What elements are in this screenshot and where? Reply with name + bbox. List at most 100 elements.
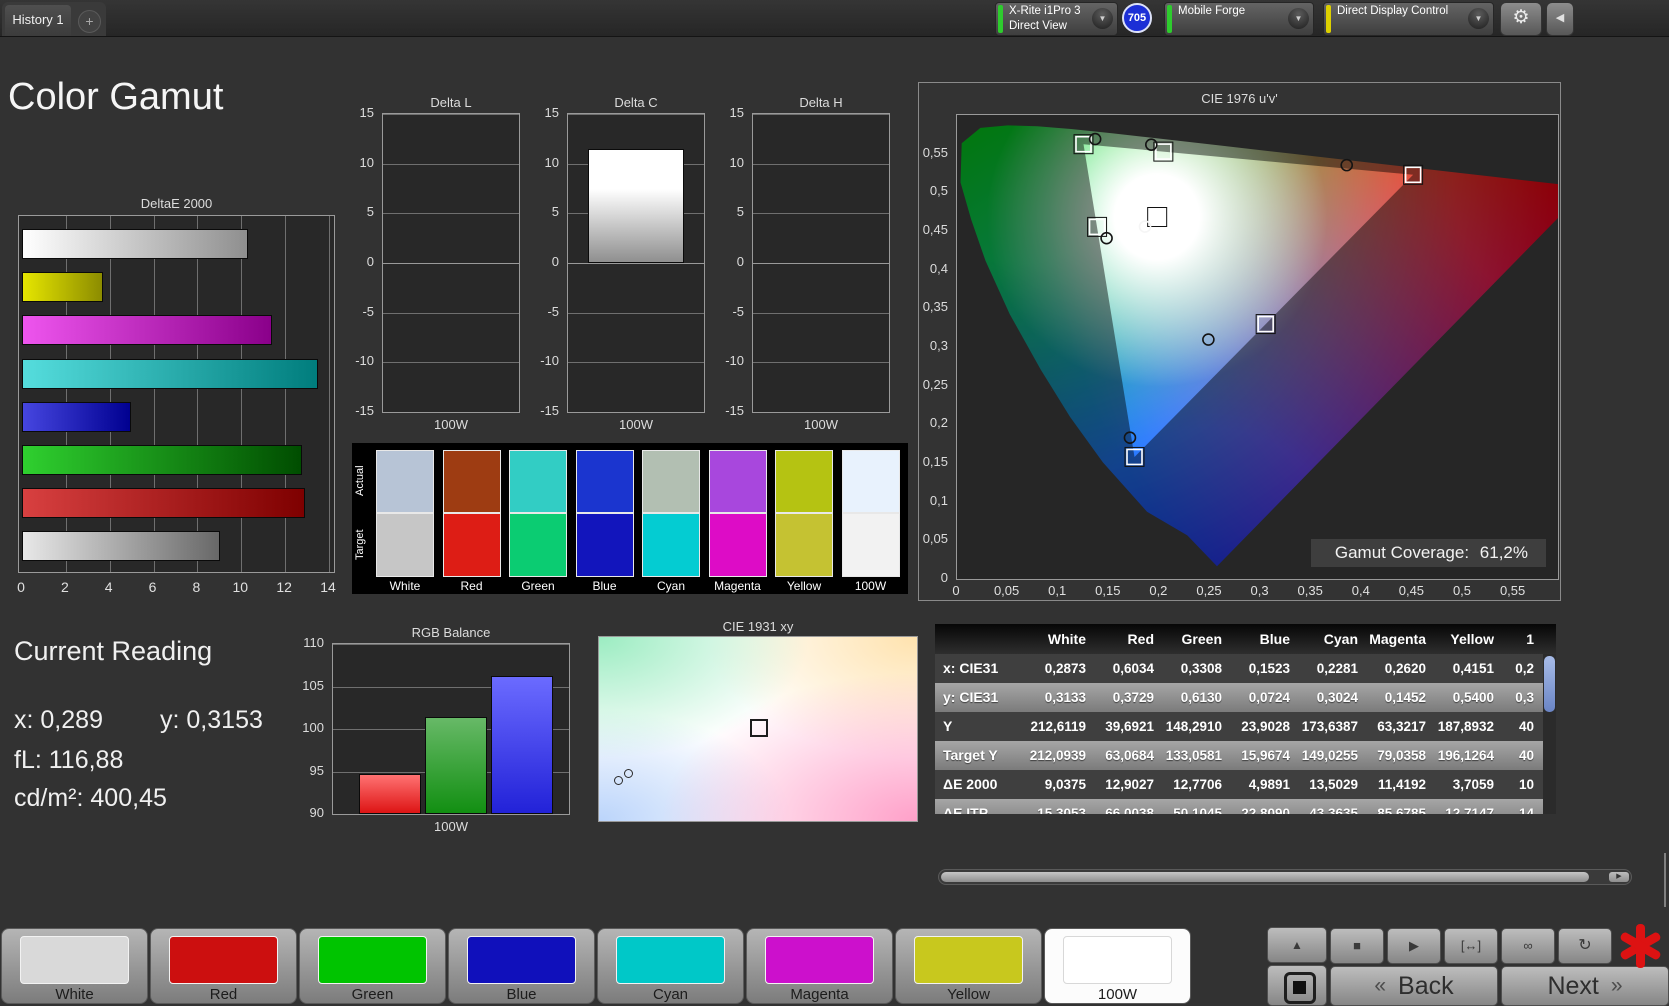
table-cell: 0,1523 <box>1229 654 1297 683</box>
table-cell: 50,1045 <box>1161 799 1229 814</box>
bar-red <box>22 488 305 518</box>
source-dropdown[interactable]: Mobile Forge ▼ <box>1164 2 1314 36</box>
scroll-right-icon[interactable]: ▶ <box>1609 872 1629 882</box>
x-tick-label: 12 <box>270 579 298 595</box>
table-cell: 43,3635 <box>1297 799 1365 814</box>
bar-white <box>22 531 220 561</box>
pattern-button-blue[interactable]: Blue <box>448 928 595 1004</box>
table-cell: 0,3308 <box>1161 654 1229 683</box>
swatch-column-green: Green <box>509 443 575 594</box>
deltae2000-xlabels: 02468101214 <box>18 579 335 597</box>
x-tick-label: 0,25 <box>1195 583 1223 598</box>
swatch-column-100w: 100W <box>842 443 908 594</box>
swatch-column-magenta: Magenta <box>709 443 775 594</box>
pattern-window-button[interactable] <box>1267 965 1327 1006</box>
table-row: y: CIE310,31330,37290,61300,07240,30240,… <box>935 683 1556 712</box>
swatch-label: 100W <box>838 579 904 593</box>
pattern-swatch <box>318 936 427 984</box>
rgb-balance-plot <box>332 643 570 815</box>
display-control-dropdown[interactable]: Direct Display Control ▼ <box>1323 2 1494 36</box>
scrollbar-thumb[interactable] <box>1544 656 1555 712</box>
pattern-swatch <box>914 936 1023 984</box>
y-tick-label: 5 <box>529 204 559 219</box>
divider <box>1664 853 1666 907</box>
table-cell: 12,7147 <box>1433 799 1501 814</box>
stop-button[interactable]: ■ <box>1330 928 1384 964</box>
cie1976-svg <box>957 115 1558 579</box>
source-status-bar <box>1167 5 1172 33</box>
table-cell: 13,5029 <box>1297 770 1365 799</box>
cie1976-xlabels: 00,050,10,150,20,250,30,350,40,450,50,55 <box>956 583 1559 599</box>
control-line1: Direct Display Control <box>1337 5 1448 17</box>
gridline <box>753 213 889 214</box>
actual-swatch <box>443 450 501 513</box>
actual-swatch <box>576 450 634 513</box>
play-button[interactable]: ▶ <box>1387 928 1441 964</box>
bar-blue <box>491 676 553 814</box>
table-cell: 12,9027 <box>1093 770 1161 799</box>
back-button[interactable]: « Back <box>1330 966 1498 1006</box>
column-header: 1 <box>1501 624 1541 654</box>
pattern-swatch <box>169 936 278 984</box>
table-row: ΔE ITP15,305366,003850,104522,809043,363… <box>935 799 1556 814</box>
table-cell: 14 <box>1501 799 1541 814</box>
pattern-button-cyan[interactable]: Cyan <box>597 928 744 1004</box>
table-vertical-scrollbar[interactable] <box>1543 654 1556 814</box>
table-cell: 187,8932 <box>1433 712 1501 741</box>
y-tick-label: 0 <box>714 254 744 269</box>
calman-window: History 1 + X-Rite i1Pro 3 Direct View ▼… <box>0 0 1669 1006</box>
swatch-column-cyan: Cyan <box>642 443 708 594</box>
column-header: Cyan <box>1297 624 1365 654</box>
meter-dropdown[interactable]: X-Rite i1Pro 3 Direct View ▼ <box>995 2 1118 36</box>
table-row: Y212,611939,6921148,291023,9028173,63876… <box>935 712 1556 741</box>
y-tick-label: 0,1 <box>918 493 948 508</box>
gridline <box>753 263 889 264</box>
pattern-button-green[interactable]: Green <box>299 928 446 1004</box>
bar-magenta <box>22 315 272 345</box>
x-tick-label: 6 <box>139 579 167 595</box>
table-cell: 15,9674 <box>1229 741 1297 770</box>
gamut-coverage-label: Gamut Coverage: <box>1335 543 1469 562</box>
chevron-down-icon[interactable]: ▼ <box>1092 8 1113 29</box>
gear-icon[interactable]: ⚙ <box>1500 2 1542 36</box>
tab-history-1[interactable]: History 1 <box>5 5 71 36</box>
step-button[interactable]: [↔] <box>1444 928 1498 964</box>
y-tick-label: 105 <box>294 678 324 693</box>
y-tick-label: 5 <box>344 204 374 219</box>
gamut-coverage-value: 61,2% <box>1480 543 1528 562</box>
table-cell: 23,9028 <box>1229 712 1297 741</box>
chevron-down-icon[interactable]: ▼ <box>1468 8 1489 29</box>
table-cell: 133,0581 <box>1161 741 1229 770</box>
control-status-bar <box>1326 5 1331 33</box>
actual-swatch <box>509 450 567 513</box>
scrollbar-thumb[interactable] <box>941 872 1589 882</box>
rgb-balance-ylabels: 1101051009590 <box>296 643 328 815</box>
collapse-panel-icon[interactable]: ◀ <box>1546 2 1574 36</box>
alert-asterisk-icon <box>1618 924 1662 968</box>
y-tick-label: -10 <box>529 353 559 368</box>
chevron-down-icon[interactable]: ▼ <box>1288 8 1309 29</box>
reading-fl: fL: 116,88 <box>14 746 123 775</box>
x-tick-label: 0,1 <box>1043 583 1071 598</box>
delta-h-title: Delta H <box>752 95 890 110</box>
column-header: Green <box>1161 624 1229 654</box>
swatch-panel: Actual Target WhiteRedGreenBlueCyanMagen… <box>352 443 908 594</box>
pattern-button-magenta[interactable]: Magenta <box>746 928 893 1004</box>
pattern-up-button[interactable]: ▲ <box>1267 927 1327 963</box>
table-cell: 79,0358 <box>1365 741 1433 770</box>
gridline <box>753 164 889 165</box>
pattern-button-red[interactable]: Red <box>150 928 297 1004</box>
add-tab-button[interactable]: + <box>78 10 101 33</box>
y-tick-label: 0,35 <box>918 299 948 314</box>
swatch-label: Red <box>439 579 505 593</box>
pattern-button-100w[interactable]: 100W <box>1044 928 1191 1004</box>
cie1931-title: CIE 1931 xy <box>598 619 918 634</box>
table-horizontal-scrollbar[interactable]: ▶ <box>938 869 1632 885</box>
refresh-button[interactable]: ↻ <box>1558 928 1612 964</box>
pattern-button-white[interactable]: White <box>1 928 148 1004</box>
loop-button[interactable]: ∞ <box>1501 928 1555 964</box>
pattern-button-yellow[interactable]: Yellow <box>895 928 1042 1004</box>
y-tick-label: 0,15 <box>918 454 948 469</box>
next-button[interactable]: Next » <box>1501 966 1669 1006</box>
column-header: Magenta <box>1365 624 1433 654</box>
